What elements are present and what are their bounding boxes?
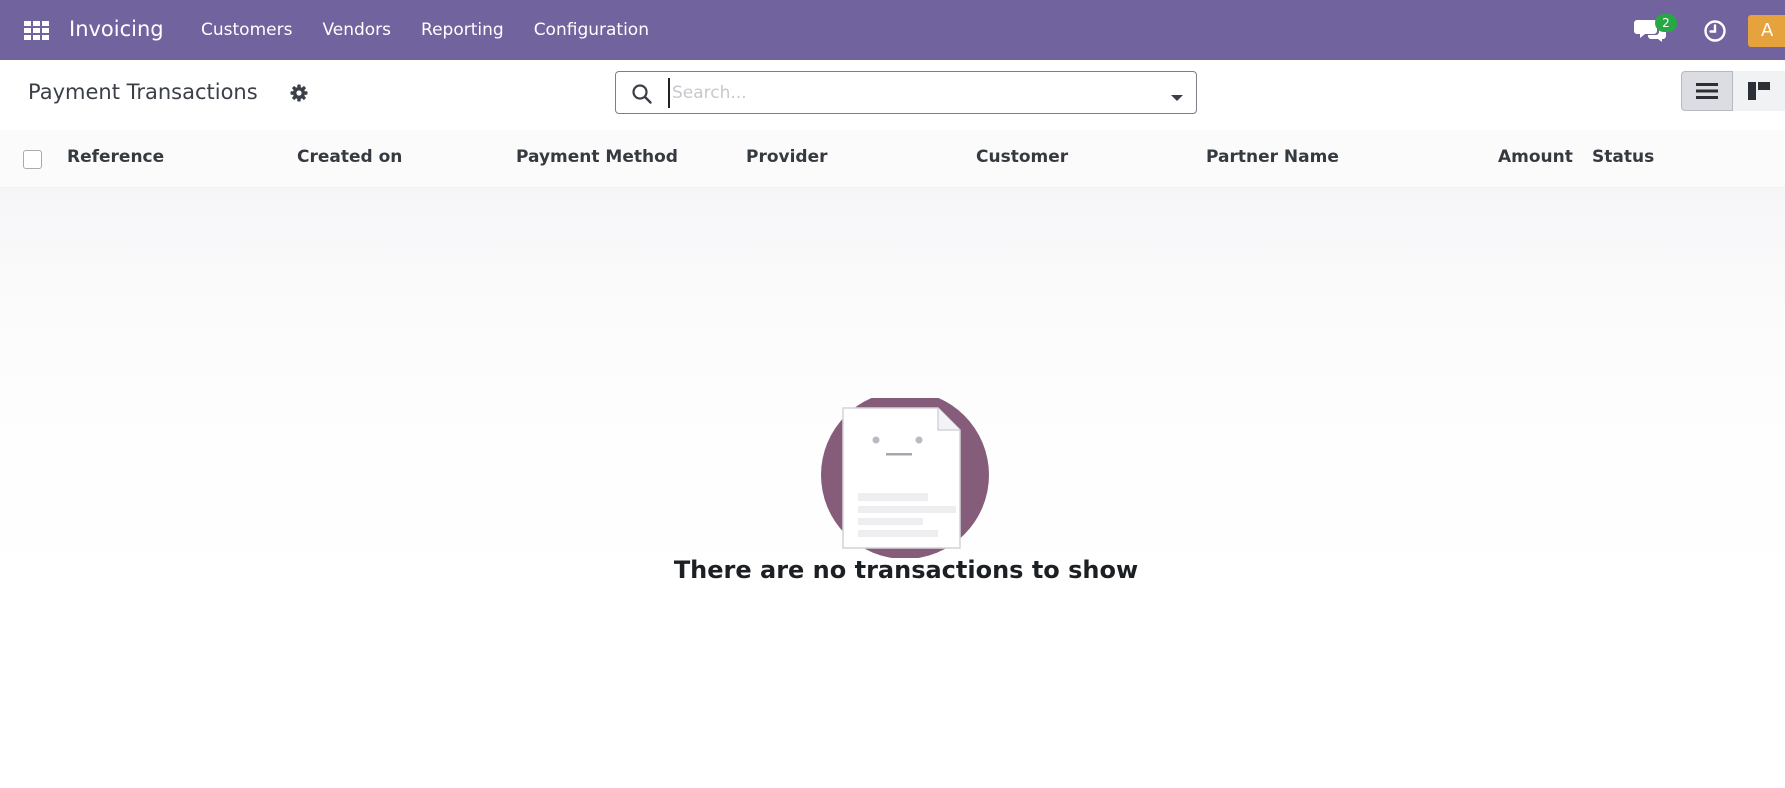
kanban-view-icon — [1748, 82, 1770, 100]
column-header-customer[interactable]: Customer — [976, 147, 1068, 167]
search-icon — [631, 83, 653, 105]
control-panel: Payment Transactions — [0, 60, 1785, 126]
column-header-amount[interactable]: Amount — [1498, 147, 1573, 167]
empty-document-illustration — [818, 391, 993, 559]
menu-item-reporting[interactable]: Reporting — [421, 20, 504, 40]
menu-item-configuration[interactable]: Configuration — [534, 20, 649, 40]
app-menu-grid-icon[interactable] — [24, 21, 50, 41]
empty-state-message: There are no transactions to show — [673, 556, 1139, 584]
messages-count-badge: 2 — [1655, 14, 1677, 32]
list-view-button[interactable] — [1681, 71, 1733, 111]
search-box — [615, 71, 1197, 114]
search-options-caret-icon[interactable] — [1170, 88, 1184, 101]
view-switcher — [1681, 71, 1785, 111]
kanban-view-button[interactable] — [1733, 71, 1785, 111]
menu-item-vendors[interactable]: Vendors — [322, 20, 391, 40]
column-header-reference[interactable]: Reference — [67, 147, 164, 167]
top-navbar: Invoicing Customers Vendors Reporting Co… — [0, 0, 1785, 60]
column-header-provider[interactable]: Provider — [746, 147, 828, 167]
search-input[interactable] — [668, 78, 1138, 108]
menu-item-customers[interactable]: Customers — [201, 20, 292, 40]
column-header-partner-name[interactable]: Partner Name — [1206, 147, 1339, 167]
page-title: Payment Transactions — [28, 80, 258, 104]
list-view-icon — [1696, 83, 1718, 99]
column-header-payment-method[interactable]: Payment Method — [516, 147, 678, 167]
select-all-checkbox[interactable] — [23, 150, 42, 169]
activity-clock-icon[interactable] — [1703, 19, 1727, 43]
list-header: Reference Created on Payment Method Prov… — [0, 130, 1785, 188]
app-name[interactable]: Invoicing — [69, 17, 164, 41]
column-header-status[interactable]: Status — [1592, 147, 1654, 167]
column-header-created-on[interactable]: Created on — [297, 147, 402, 167]
gear-icon[interactable] — [289, 83, 309, 103]
user-avatar[interactable]: A — [1748, 15, 1785, 47]
main-menu: Customers Vendors Reporting Configuratio… — [201, 20, 679, 40]
